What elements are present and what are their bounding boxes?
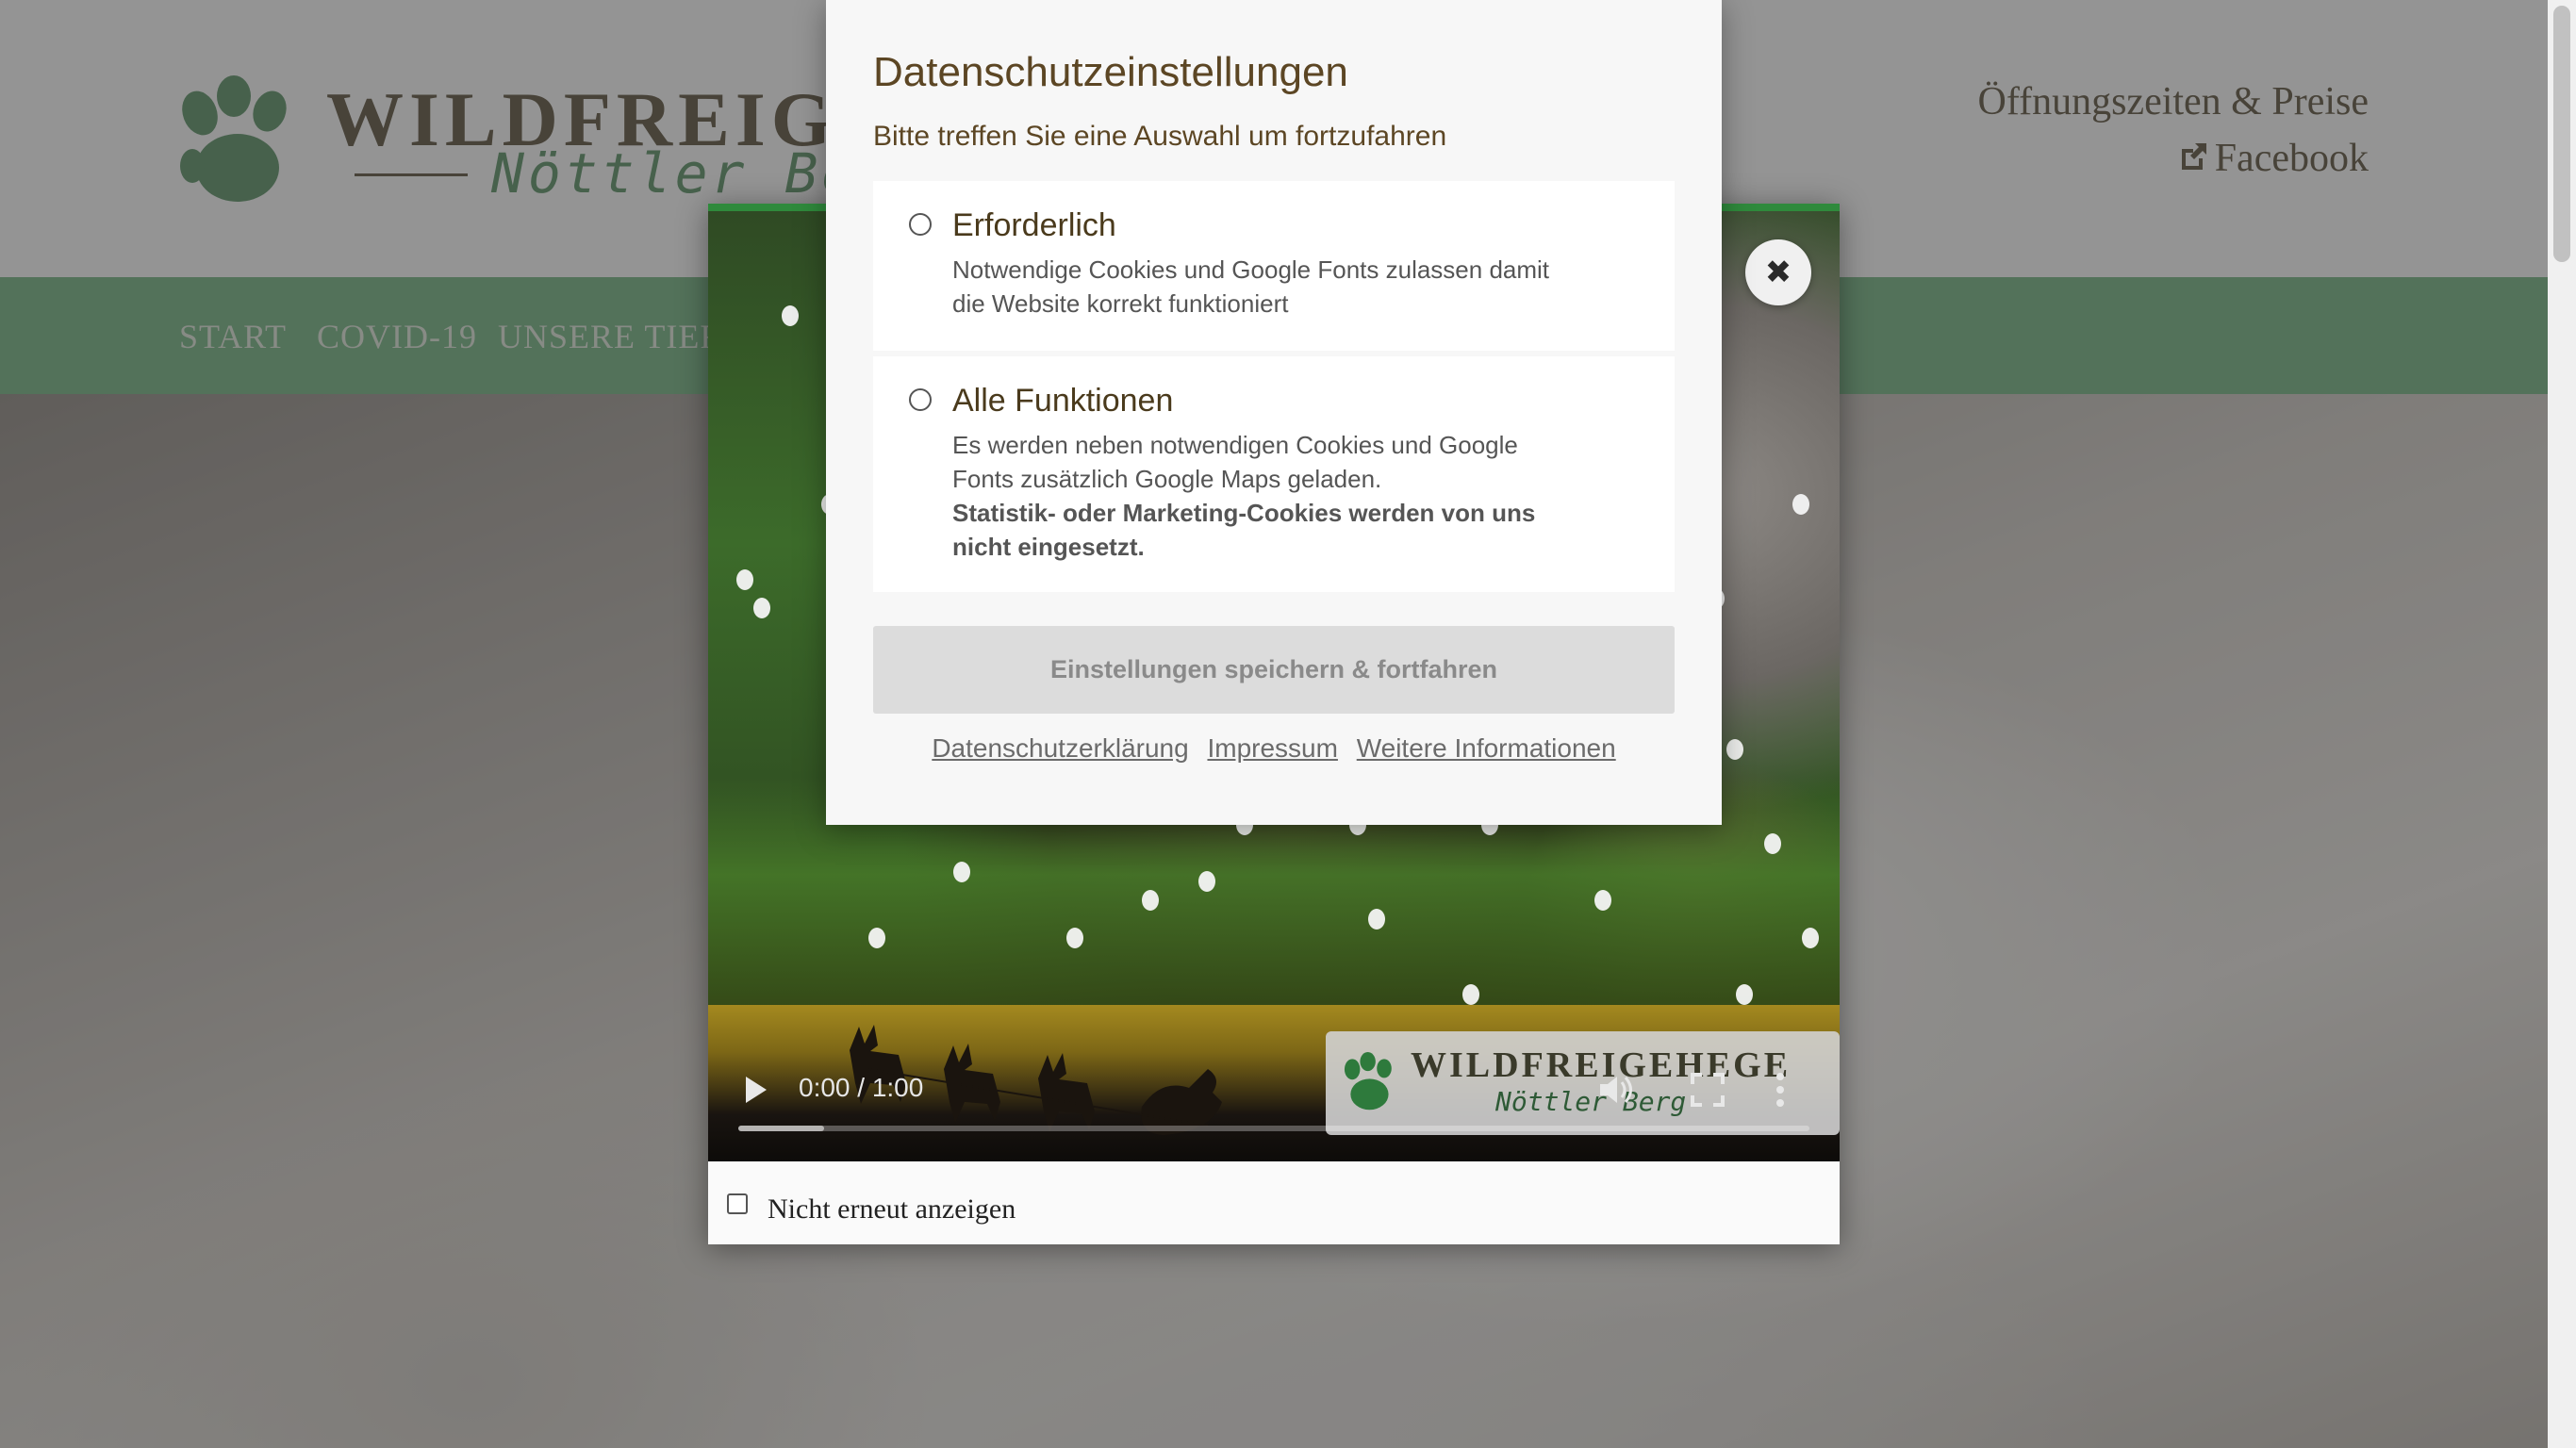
more-icon[interactable] bbox=[1774, 1069, 1787, 1111]
snowflake bbox=[1066, 928, 1083, 948]
radio-required[interactable] bbox=[909, 213, 932, 236]
dialog-title: Datenschutzeinstellungen bbox=[873, 49, 1348, 95]
snowflake bbox=[1594, 890, 1611, 911]
snowflake bbox=[736, 569, 753, 590]
volume-icon[interactable] bbox=[1594, 1069, 1636, 1111]
fullscreen-icon[interactable] bbox=[1689, 1071, 1726, 1109]
snowflake bbox=[1726, 739, 1743, 760]
option-all-label[interactable]: Alle Funktionen bbox=[952, 383, 1173, 420]
dont-show-checkbox[interactable] bbox=[727, 1193, 748, 1214]
privacy-policy-link[interactable]: Datenschutzerklärung bbox=[932, 733, 1188, 763]
dont-show-label[interactable]: Nicht erneut anzeigen bbox=[768, 1193, 1016, 1226]
snowflake bbox=[782, 305, 799, 326]
page-scrollbar[interactable] bbox=[2548, 0, 2576, 1448]
snowflake bbox=[1198, 871, 1215, 892]
video-progress-bar[interactable] bbox=[738, 1126, 1809, 1131]
snowflake bbox=[1792, 494, 1809, 515]
radio-all[interactable] bbox=[909, 388, 932, 411]
option-all-description: Es werden neben notwendigen Cookies und … bbox=[952, 428, 1556, 564]
dialog-subtitle: Bitte treffen Sie eine Auswahl um fortzu… bbox=[873, 121, 1447, 152]
save-settings-button[interactable]: Einstellungen speichern & fortfahren bbox=[873, 626, 1675, 714]
close-icon: ✖ bbox=[1764, 254, 1792, 291]
video-progress-buffer bbox=[738, 1126, 824, 1131]
scrollbar-thumb[interactable] bbox=[2553, 6, 2570, 262]
snowflake bbox=[753, 598, 770, 618]
snowflake bbox=[953, 862, 970, 882]
snowflake bbox=[1462, 984, 1479, 1005]
snowflake bbox=[1368, 909, 1385, 930]
snowflake bbox=[1736, 984, 1753, 1005]
dont-show-again: Nicht erneut anzeigen bbox=[708, 1161, 1840, 1244]
option-required-label[interactable]: Erforderlich bbox=[952, 207, 1116, 244]
option-required-description: Notwendige Cookies und Google Fonts zula… bbox=[952, 255, 1550, 318]
option-all-note: Statistik- oder Marketing-Cookies werden… bbox=[952, 499, 1536, 561]
imprint-link[interactable]: Impressum bbox=[1207, 733, 1337, 763]
privacy-settings-dialog: Datenschutzeinstellungen Bitte treffen S… bbox=[826, 0, 1722, 825]
option-required[interactable]: Erforderlich Notwendige Cookies und Goog… bbox=[873, 181, 1675, 351]
option-all-text: Es werden neben notwendigen Cookies und … bbox=[952, 431, 1518, 493]
snowflake bbox=[1142, 890, 1159, 911]
option-all[interactable]: Alle Funktionen Es werden neben notwendi… bbox=[873, 356, 1675, 592]
snowflake bbox=[868, 928, 885, 948]
dialog-links: Datenschutzerklärung Impressum Weitere I… bbox=[826, 733, 1722, 764]
snowflake bbox=[1764, 833, 1781, 854]
more-info-link[interactable]: Weitere Informationen bbox=[1357, 733, 1616, 763]
video-controls: 0:00 / 1:00 bbox=[708, 1020, 1840, 1161]
video-time: 0:00 / 1:00 bbox=[799, 1073, 924, 1102]
close-button[interactable]: ✖ bbox=[1745, 239, 1811, 305]
play-icon[interactable] bbox=[736, 1071, 774, 1109]
snowflake bbox=[1802, 928, 1819, 948]
